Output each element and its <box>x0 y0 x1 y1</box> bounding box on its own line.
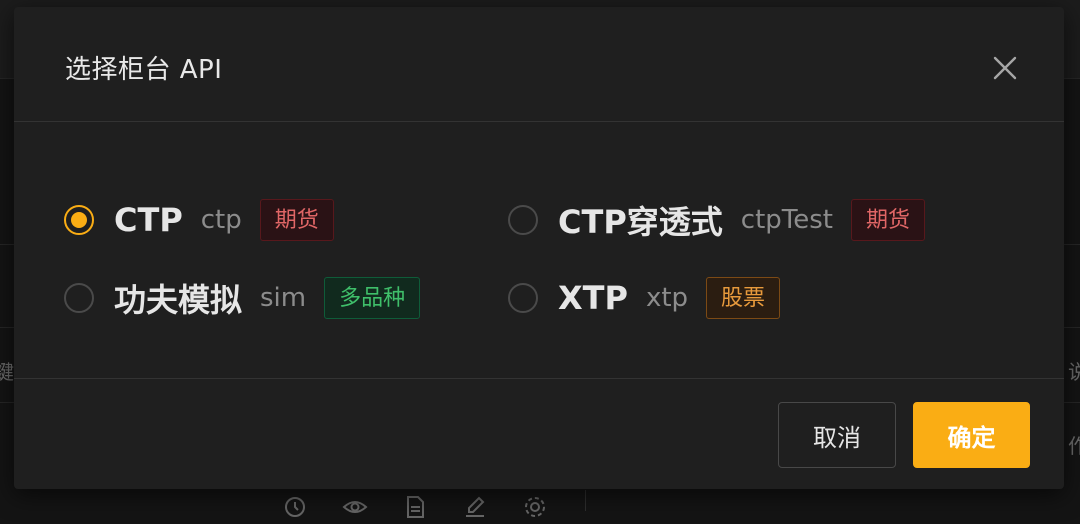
option-code: ctpTest <box>740 205 833 235</box>
option-code: ctp <box>200 205 242 235</box>
option-name: CTP <box>114 201 183 239</box>
option-tag: 期货 <box>259 199 334 241</box>
cancel-button[interactable]: 取消 <box>778 402 896 468</box>
background-right-text: 说 <box>1068 360 1080 384</box>
modal-body: CTP ctp 期货 CTP穿透式 ctpTest 期货 功夫模拟 sim 多品… <box>14 122 1064 379</box>
background-right-text-2: 作 <box>1068 434 1080 458</box>
option-name: 功夫模拟 <box>114 281 243 319</box>
radio-xtp[interactable] <box>508 283 538 313</box>
radio-sim[interactable] <box>64 283 94 313</box>
background-divider <box>585 490 586 511</box>
ok-button[interactable]: 确定 <box>913 402 1030 468</box>
background-left-text: 鍵 <box>0 360 14 384</box>
option-ctptest[interactable]: CTP穿透式 ctpTest 期货 <box>508 197 925 243</box>
modal-header: 选择柜台 API <box>14 7 1064 122</box>
gear-icon[interactable] <box>522 494 548 524</box>
close-button[interactable] <box>988 51 1022 85</box>
option-tag: 股票 <box>706 277 781 319</box>
radio-ctp[interactable] <box>64 205 94 235</box>
modal-title: 选择柜台 API <box>65 55 223 85</box>
option-tag: 多品种 <box>324 277 421 319</box>
edit-icon[interactable] <box>462 494 488 524</box>
option-code: xtp <box>645 283 689 313</box>
option-code: sim <box>260 283 307 313</box>
option-name: CTP穿透式 <box>558 203 723 241</box>
option-sim[interactable]: 功夫模拟 sim 多品种 <box>64 275 421 321</box>
eye-icon[interactable] <box>342 494 368 524</box>
option-xtp[interactable]: XTP xtp 股票 <box>508 275 781 321</box>
option-name: XTP <box>558 279 628 317</box>
history-icon[interactable] <box>282 494 308 524</box>
select-api-modal: 选择柜台 API CTP ctp 期货 CTP穿透式 ctpTest 期货 功夫… <box>14 7 1064 489</box>
modal-footer: 取消 确定 <box>14 379 1064 489</box>
background-toolbar <box>282 494 548 524</box>
close-icon <box>993 56 1017 80</box>
radio-ctptest[interactable] <box>508 205 538 235</box>
option-ctp[interactable]: CTP ctp 期货 <box>64 197 334 243</box>
file-icon[interactable] <box>402 494 428 524</box>
option-tag: 期货 <box>850 199 925 241</box>
